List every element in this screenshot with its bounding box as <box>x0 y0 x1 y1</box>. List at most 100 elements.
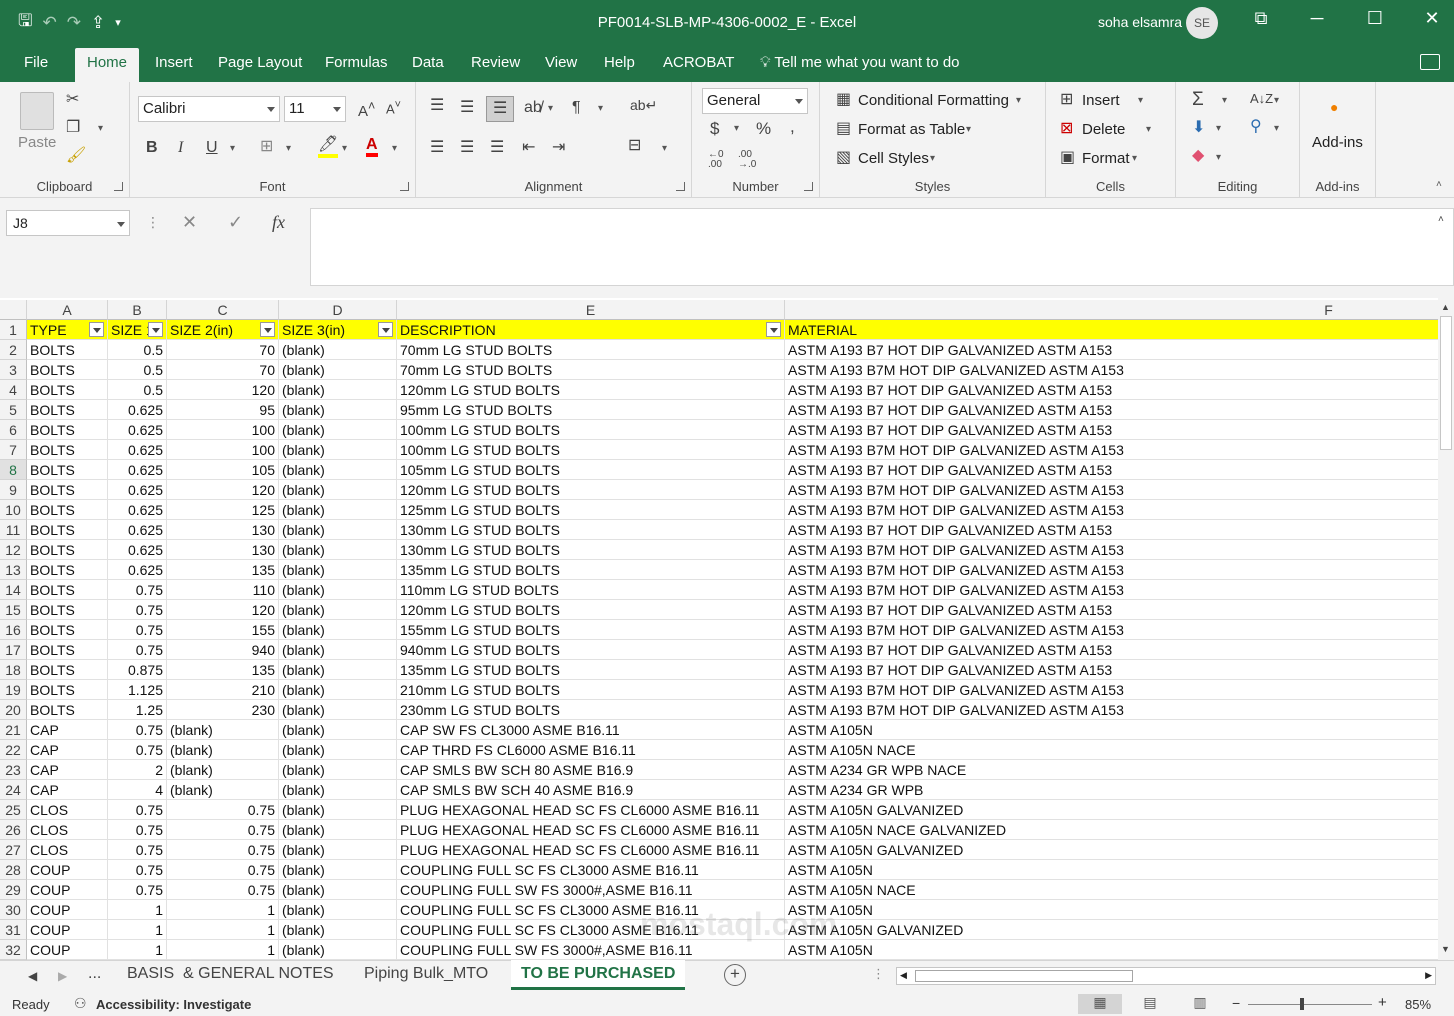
tab-piping-bulk-mto[interactable]: Piping Bulk_MTO <box>364 965 488 983</box>
row-header[interactable]: 30 <box>0 900 27 920</box>
table-cell[interactable]: 0.75 <box>108 820 167 840</box>
format-painter-icon[interactable]: 🖌︎ <box>66 148 86 164</box>
formula-input[interactable] <box>310 208 1454 286</box>
table-cell[interactable]: BOLTS <box>27 420 108 440</box>
row-header[interactable]: 2 <box>0 340 27 360</box>
table-cell[interactable]: 0.75 <box>167 820 279 840</box>
find-dropdown-icon[interactable]: ▾ <box>1274 124 1279 134</box>
table-cell[interactable]: (blank) <box>279 620 397 640</box>
accessibility-icon[interactable]: ⚇ <box>74 995 87 1012</box>
table-cell[interactable]: PLUG HEXAGONAL HEAD SC FS CL6000 ASME B1… <box>397 800 785 820</box>
table-cell[interactable]: 135 <box>167 660 279 680</box>
table-cell[interactable]: BOLTS <box>27 400 108 420</box>
table-cell[interactable]: 0.5 <box>108 340 167 360</box>
alignment-launcher-icon[interactable] <box>676 182 685 191</box>
table-cell[interactable]: BOLTS <box>27 460 108 480</box>
table-cell[interactable]: (blank) <box>279 640 397 660</box>
maximize-icon[interactable]: ☐ <box>1360 8 1390 29</box>
table-cell[interactable]: ASTM A193 B7 HOT DIP GALVANIZED ASTM A15… <box>785 460 1438 480</box>
row-header[interactable]: 24 <box>0 780 27 800</box>
table-cell[interactable]: (blank) <box>279 880 397 900</box>
table-cell[interactable]: COUP <box>27 900 108 920</box>
table-cell[interactable]: 70 <box>167 340 279 360</box>
row-header[interactable]: 8 <box>0 460 27 480</box>
table-cell[interactable]: BOLTS <box>27 640 108 660</box>
table-cell[interactable]: 155mm LG STUD BOLTS <box>397 620 785 640</box>
align-bottom-icon[interactable]: ☰ <box>486 96 515 122</box>
table-cell[interactable]: ASTM A105N NACE <box>785 880 1438 900</box>
table-cell[interactable]: (blank) <box>279 600 397 620</box>
table-cell[interactable]: BOLTS <box>27 700 108 720</box>
table-cell[interactable]: 0.625 <box>108 520 167 540</box>
align-center-icon[interactable]: ☰ <box>460 140 474 156</box>
table-cell[interactable]: BOLTS <box>27 380 108 400</box>
table-cell[interactable]: 0.625 <box>108 480 167 500</box>
comma-style-icon[interactable]: , <box>790 118 795 135</box>
increase-indent-icon[interactable]: ⇥ <box>552 140 565 156</box>
tab-review[interactable]: Review <box>471 54 520 71</box>
table-cell[interactable]: BOLTS <box>27 620 108 640</box>
table-cell[interactable]: 135mm LG STUD BOLTS <box>397 560 785 580</box>
table-cell[interactable]: 0.625 <box>108 400 167 420</box>
table-cell[interactable]: 100mm LG STUD BOLTS <box>397 440 785 460</box>
name-box[interactable]: J8 <box>6 210 130 236</box>
table-cell[interactable]: (blank) <box>279 680 397 700</box>
table-cell[interactable]: 120mm LG STUD BOLTS <box>397 600 785 620</box>
tab-home[interactable]: Home <box>75 48 140 82</box>
page-break-view-icon[interactable]: ▥ <box>1178 994 1222 1014</box>
table-cell[interactable]: 230mm LG STUD BOLTS <box>397 700 785 720</box>
table-cell[interactable]: (blank) <box>279 900 397 920</box>
table-cell[interactable]: ASTM A193 B7M HOT DIP GALVANIZED ASTM A1… <box>785 700 1438 720</box>
table-cell[interactable]: 0.75 <box>108 880 167 900</box>
table-cell[interactable]: (blank) <box>279 940 397 960</box>
row-header[interactable]: 32 <box>0 940 27 960</box>
add-sheet-icon[interactable]: + <box>724 964 746 986</box>
format-as-table-button[interactable]: Format as Table <box>858 121 965 138</box>
find-select-icon[interactable]: ⚲ <box>1250 119 1262 135</box>
fill-color-icon[interactable]: 🖊︎ <box>318 137 339 158</box>
table-cell[interactable]: ASTM A193 B7M HOT DIP GALVANIZED ASTM A1… <box>785 440 1438 460</box>
fill-color-dropdown-icon[interactable]: ▾ <box>342 144 347 154</box>
table-cell[interactable]: 1 <box>108 900 167 920</box>
table-cell[interactable]: (blank) <box>279 800 397 820</box>
table-cell[interactable]: 95 <box>167 400 279 420</box>
row-header[interactable]: 10 <box>0 500 27 520</box>
table-cell[interactable]: 0.5 <box>108 360 167 380</box>
text-direction-icon[interactable]: ¶ <box>572 100 581 116</box>
table-cell[interactable]: (blank) <box>167 720 279 740</box>
table-cell[interactable]: 120 <box>167 380 279 400</box>
table-cell[interactable]: (blank) <box>167 760 279 780</box>
table-cell[interactable]: (blank) <box>167 780 279 800</box>
collapse-ribbon-icon[interactable]: ˄ <box>1436 180 1442 190</box>
table-cell[interactable]: 120 <box>167 600 279 620</box>
table-cell[interactable]: 0.75 <box>167 880 279 900</box>
header-cell[interactable]: MATERIAL <box>785 320 1438 340</box>
table-cell[interactable]: 135 <box>167 560 279 580</box>
table-cell[interactable]: (blank) <box>279 360 397 380</box>
table-cell[interactable]: ASTM A105N GALVANIZED <box>785 800 1438 820</box>
table-cell[interactable]: ASTM A193 B7 HOT DIP GALVANIZED ASTM A15… <box>785 420 1438 440</box>
table-cell[interactable]: CAP <box>27 780 108 800</box>
table-cell[interactable]: (blank) <box>279 720 397 740</box>
column-header-c[interactable]: C <box>167 300 279 320</box>
table-cell[interactable]: ASTM A105N <box>785 940 1438 960</box>
row-header[interactable]: 25 <box>0 800 27 820</box>
table-cell[interactable]: 100mm LG STUD BOLTS <box>397 420 785 440</box>
table-cell[interactable]: CAP SMLS BW SCH 80 ASME B16.9 <box>397 760 785 780</box>
table-cell[interactable]: 0.75 <box>108 840 167 860</box>
table-cell[interactable]: 0.5 <box>108 380 167 400</box>
table-cell[interactable]: (blank) <box>279 920 397 940</box>
filter-dropdown-icon[interactable] <box>148 322 163 337</box>
table-cell[interactable]: COUP <box>27 880 108 900</box>
vertical-scrollbar[interactable]: ▲ ▼ <box>1438 298 1454 960</box>
table-cell[interactable]: 105mm LG STUD BOLTS <box>397 460 785 480</box>
table-cell[interactable]: 100 <box>167 440 279 460</box>
table-cell[interactable]: (blank) <box>279 440 397 460</box>
table-cell[interactable]: 120mm LG STUD BOLTS <box>397 380 785 400</box>
table-cell[interactable]: 0.75 <box>108 640 167 660</box>
table-cell[interactable]: ASTM A193 B7M HOT DIP GALVANIZED ASTM A1… <box>785 500 1438 520</box>
autosum-icon[interactable]: Σ <box>1192 90 1204 109</box>
table-cell[interactable]: (blank) <box>279 380 397 400</box>
font-launcher-icon[interactable] <box>400 182 409 191</box>
sort-dropdown-icon[interactable]: ▾ <box>1274 96 1279 106</box>
